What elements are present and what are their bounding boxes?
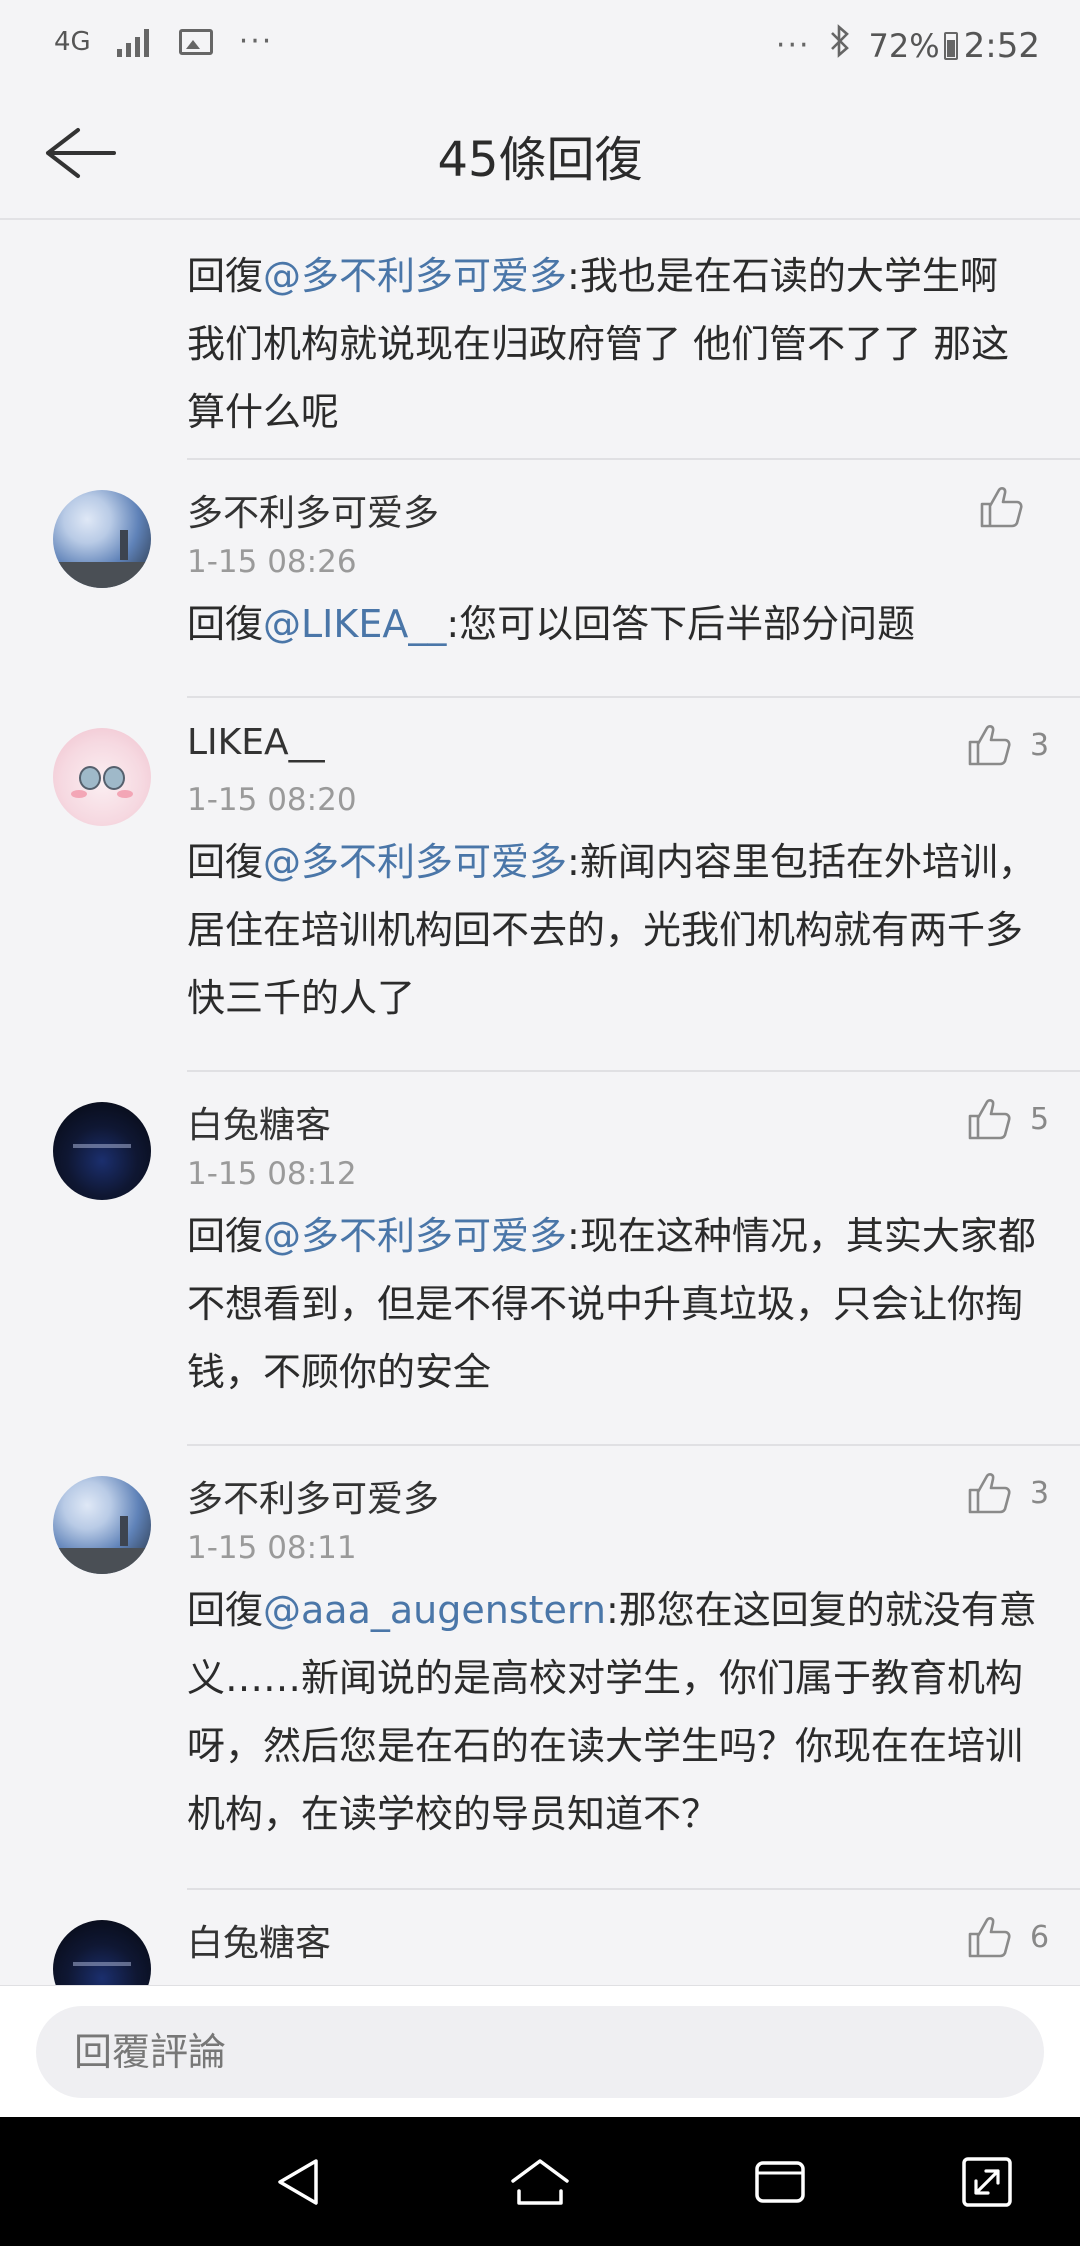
comment-item: 白兔糖客 1-15 08:12 5 回復@多不利多可爱多:现在这种情况，其实大家… — [0, 1072, 1080, 1446]
like-button[interactable] — [976, 482, 1026, 532]
comment-item: 白兔糖客 6 — [0, 1890, 1080, 1985]
nav-expand-button[interactable] — [952, 2147, 1022, 2217]
comment-body[interactable]: 回復@多不利多可爱多:我也是在石读的大学生啊 我们机构就说现在归政府管了 他们管… — [187, 242, 1037, 446]
more-status-icon: ··· — [775, 28, 811, 63]
clock: 2:52 — [963, 25, 1040, 66]
mention-link[interactable]: @aaa_augenstern — [263, 1588, 606, 1632]
comment-body[interactable]: 回復@多不利多可爱多:现在这种情况，其实大家都不想看到，但是不得不说中升真垃圾，… — [187, 1202, 1037, 1406]
avatar[interactable] — [53, 728, 151, 826]
battery-percent: 72% — [868, 26, 940, 65]
comment-body[interactable]: 回復@LIKEA__:您可以回答下后半部分问题 — [187, 590, 1037, 658]
like-button[interactable]: 6 — [964, 1912, 1050, 1962]
system-nav-bar — [0, 2117, 1080, 2246]
user-name[interactable]: LIKEA__ — [187, 722, 325, 763]
comment-body[interactable]: 回復@aaa_augenstern:那您在这回复的就没有意义……新闻说的是高校对… — [187, 1576, 1037, 1848]
comment-item: LIKEA__ 1-15 08:20 3 回復@多不利多可爱多:新闻内容里包括在… — [0, 698, 1080, 1072]
mention-link[interactable]: @多不利多可爱多 — [263, 254, 567, 298]
comment-time: 1-15 08:26 — [187, 544, 357, 580]
nav-back-button[interactable] — [264, 2147, 334, 2217]
bluetooth-icon — [829, 24, 851, 67]
header: 45條回復 — [0, 88, 1080, 220]
like-button[interactable]: 3 — [964, 1468, 1050, 1518]
user-name[interactable]: 白兔糖客 — [187, 1914, 331, 1966]
more-notifications-icon: ··· — [238, 24, 274, 59]
like-count: 6 — [1030, 1919, 1050, 1955]
user-name[interactable]: 白兔糖客 — [187, 1096, 331, 1148]
avatar[interactable] — [53, 490, 151, 588]
nav-recents-button[interactable] — [745, 2147, 815, 2217]
reply-prefix: 回復 — [187, 602, 264, 646]
expand-icon — [962, 2157, 1012, 2207]
thumbs-up-icon — [980, 487, 1023, 528]
recents-icon — [755, 2161, 805, 2203]
status-bar: 4G ··· ··· 72% 2:52 — [0, 0, 1080, 88]
comment-time: 1-15 08:11 — [187, 1530, 357, 1566]
comment-text: :您可以回答下后半部分问题 — [446, 602, 916, 646]
reply-prefix: 回復 — [187, 254, 264, 298]
reply-input[interactable]: 回覆評論 — [36, 2006, 1044, 2098]
mention-link[interactable]: @多不利多可爱多 — [263, 1214, 567, 1258]
reply-prefix: 回復 — [187, 840, 264, 884]
battery-icon — [943, 31, 958, 60]
like-button[interactable]: 5 — [964, 1094, 1050, 1144]
comment-time: 1-15 08:12 — [187, 1156, 357, 1192]
comment-item: 多不利多可爱多 1-15 08:11 3 回復@aaa_augenstern:那… — [0, 1446, 1080, 1890]
comment-list[interactable]: 回復@多不利多可爱多:我也是在石读的大学生啊 我们机构就说现在归政府管了 他们管… — [0, 220, 1080, 1985]
comment-time: 1-15 08:20 — [187, 782, 357, 818]
reply-prefix: 回復 — [187, 1588, 264, 1632]
like-count: 3 — [1030, 1475, 1050, 1511]
home-icon — [511, 2159, 569, 2205]
comment-body[interactable]: 回復@多不利多可爱多:新闻内容里包括在外培训，居住在培训机构回不去的，光我们机构… — [187, 828, 1037, 1032]
nav-home-button[interactable] — [505, 2147, 575, 2217]
avatar[interactable] — [53, 1476, 151, 1574]
thumbs-up-icon — [968, 1473, 1011, 1514]
triangle-back-icon — [278, 2159, 318, 2205]
mention-link[interactable]: @LIKEA__ — [263, 602, 446, 646]
signal-icon — [116, 27, 153, 57]
comment-item: 多不利多可爱多 1-15 08:26 回復@LIKEA__:您可以回答下后半部分… — [0, 460, 1080, 698]
avatar[interactable] — [53, 1102, 151, 1200]
image-notification-icon — [178, 28, 213, 55]
like-count: 3 — [1030, 727, 1050, 763]
page-title: 45條回復 — [437, 132, 643, 188]
thumbs-up-icon — [968, 1917, 1011, 1958]
user-name[interactable]: 多不利多可爱多 — [187, 1470, 439, 1522]
network-type: 4G — [54, 26, 91, 57]
avatar[interactable] — [53, 1920, 151, 1985]
comment-item: 回復@多不利多可爱多:我也是在石读的大学生啊 我们机构就说现在归政府管了 他们管… — [0, 220, 1080, 460]
reply-prefix: 回復 — [187, 1214, 264, 1258]
thumbs-up-icon — [968, 725, 1011, 766]
like-button[interactable]: 3 — [964, 720, 1050, 770]
like-count: 5 — [1030, 1101, 1050, 1137]
mention-link[interactable]: @多不利多可爱多 — [263, 840, 567, 884]
user-name[interactable]: 多不利多可爱多 — [187, 484, 439, 536]
thumbs-up-icon — [968, 1099, 1011, 1140]
reply-bar: 回覆評論 — [0, 1985, 1080, 2118]
